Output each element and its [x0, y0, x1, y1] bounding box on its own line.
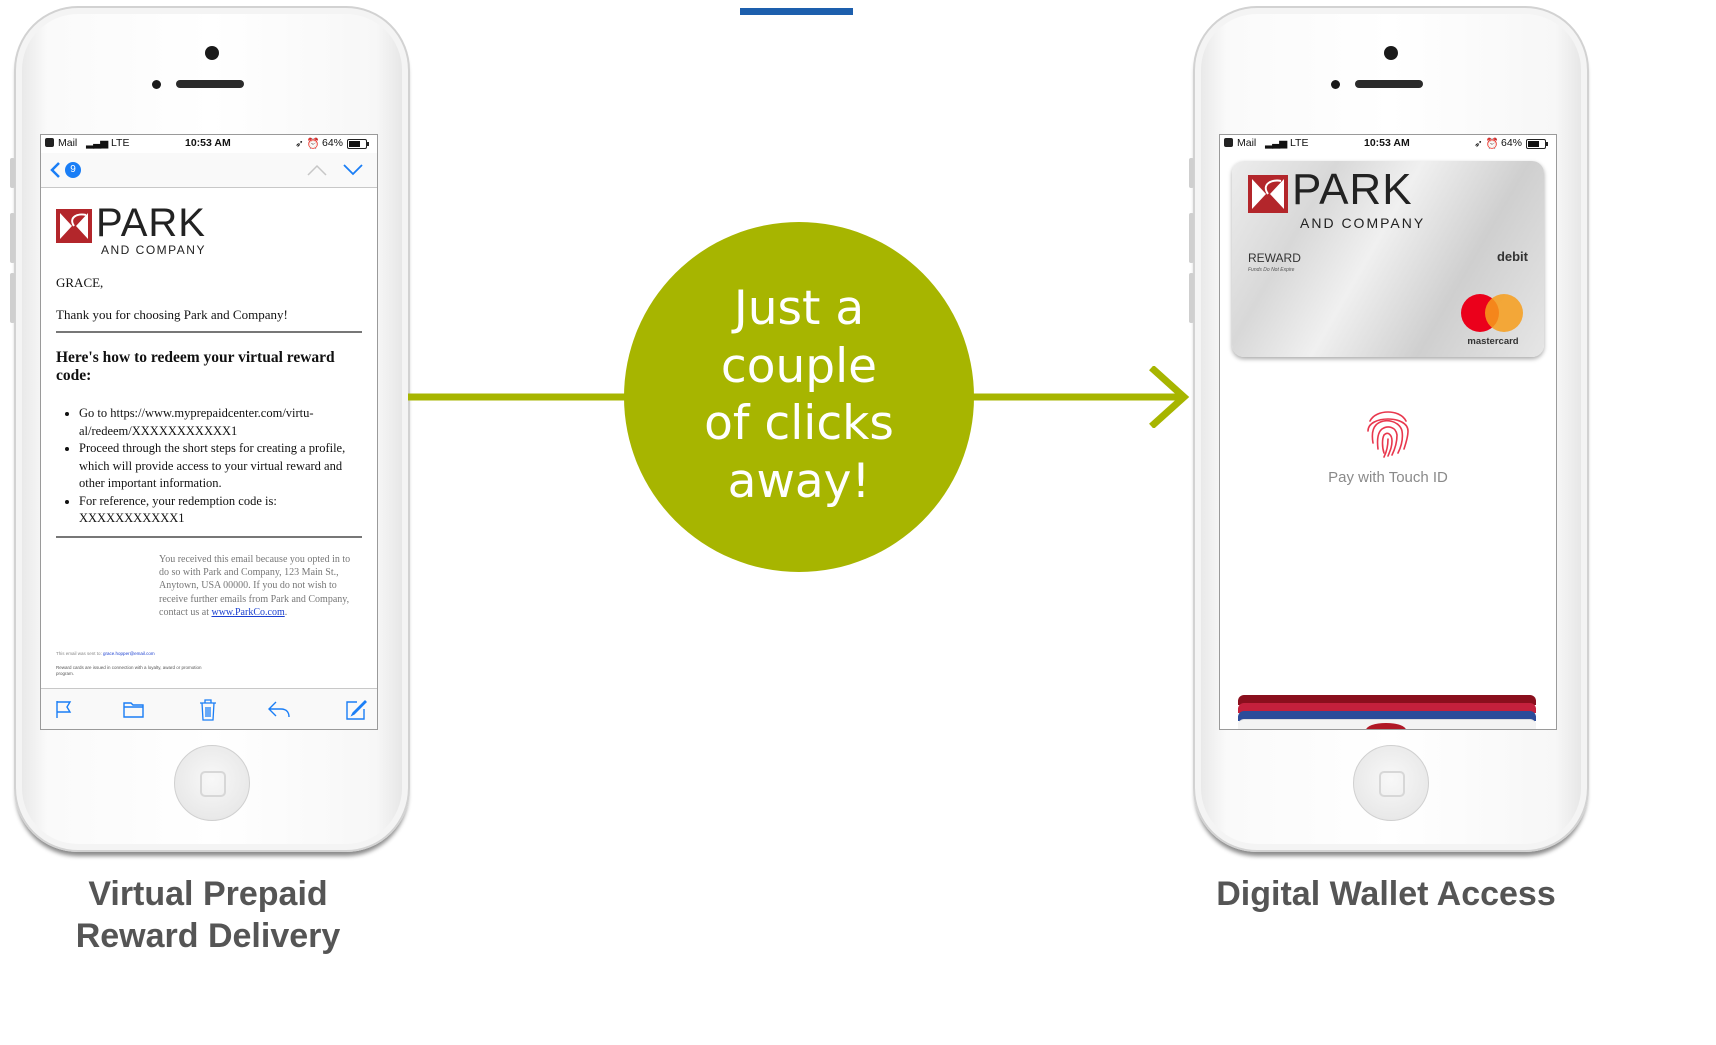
status-bar: Mail ▂▃▅ LTE 10:53 AM ➶ ⏰ 64%	[41, 135, 377, 151]
down-chevron-icon[interactable]	[343, 163, 363, 177]
status-app: Mail	[1237, 137, 1257, 149]
email-toolbar	[41, 688, 377, 729]
park-leaf-logo-icon	[56, 209, 92, 243]
card-logo-name: PARK	[1292, 165, 1413, 214]
callout-line: couple	[720, 338, 878, 394]
compose-icon[interactable]	[345, 699, 367, 721]
divider	[56, 331, 362, 333]
status-battery: 64%	[1501, 137, 1523, 149]
right-caption: Digital Wallet Access	[1216, 875, 1556, 913]
front-camera	[205, 46, 219, 60]
callout-line: away!	[727, 453, 871, 509]
top-accent-bar	[740, 8, 853, 15]
email-phone: Mail ▂▃▅ LTE 10:53 AM ➶ ⏰ 64% 9 PARK AND…	[10, 6, 410, 852]
card-type: debit	[1496, 249, 1528, 264]
step-item: Go to https://www.myprepaidcenter.com/vi…	[79, 405, 351, 440]
sensor-dot	[152, 80, 161, 89]
sent-to-email[interactable]: grace.hopper@email.com	[103, 651, 155, 656]
left-caption-line2: Reward Delivery	[75, 917, 341, 955]
status-app: Mail	[58, 137, 78, 149]
flag-icon[interactable]	[55, 699, 73, 719]
reply-icon[interactable]	[267, 699, 291, 719]
status-network: LTE	[111, 137, 130, 149]
unread-badge: 9	[65, 162, 81, 178]
step-item: Proceed through the short steps for crea…	[79, 440, 351, 493]
back-to-app-icon	[45, 138, 54, 147]
sensor-dot	[1331, 80, 1340, 89]
front-camera	[1384, 46, 1398, 60]
left-caption-line1: Virtual Prepaid	[88, 875, 328, 913]
pay-touch-id-prompt: Pay with Touch ID	[1328, 469, 1448, 486]
email-logo-name: PARK	[96, 201, 206, 245]
footer-end: .	[284, 606, 288, 618]
left-caption: Virtual Prepaid Reward Delivery	[36, 873, 380, 957]
earpiece-speaker	[176, 80, 244, 88]
signal-icon: ▂▃▅	[86, 137, 108, 149]
disclaimer: Reward cards are issued in connection wi…	[56, 665, 202, 676]
divider	[56, 536, 362, 538]
battery-icon	[1526, 139, 1548, 149]
center-callout-circle: Just a couple of clicks away!	[624, 222, 974, 572]
back-chevron-icon[interactable]	[49, 161, 61, 179]
card-label: REWARD	[1248, 251, 1301, 265]
signal-icon: ▂▃▅	[1265, 137, 1287, 149]
redeem-steps: Go to https://www.myprepaidcenter.com/vi…	[41, 405, 351, 528]
folder-icon[interactable]	[123, 699, 145, 719]
mastercard-logo-right	[1485, 294, 1523, 332]
email-screen: Mail ▂▃▅ LTE 10:53 AM ➶ ⏰ 64% 9 PARK AND…	[40, 134, 378, 730]
email-heading: Here's how to redeem your virtual reward…	[56, 349, 335, 384]
callout-line: Just a	[733, 281, 865, 336]
park-leaf-logo-icon	[1248, 175, 1288, 213]
wallet-screen: Mail ▂▃▅ LTE 10:53 AM ➶ ⏰ 64% PARK AND C…	[1219, 134, 1557, 730]
email-logo-sub: AND COMPANY	[101, 243, 206, 257]
email-logo: PARK AND COMPANY	[56, 201, 216, 261]
wallet-phone: Mail ▂▃▅ LTE 10:53 AM ➶ ⏰ 64% PARK AND C…	[1189, 6, 1589, 852]
trash-icon[interactable]	[199, 699, 217, 721]
fingerprint-icon[interactable]	[1360, 403, 1416, 459]
email-nav-bar: 9	[41, 153, 377, 188]
home-button[interactable]	[1353, 745, 1429, 821]
card-logo-sub: AND COMPANY	[1300, 215, 1426, 231]
status-bar: Mail ▂▃▅ LTE 10:53 AM ➶ ⏰ 64%	[1220, 135, 1556, 151]
back-to-app-icon	[1224, 138, 1233, 147]
center-callout-text: Just a couple of clicks away!	[624, 280, 974, 510]
location-alarm-icons: ➶ ⏰	[1474, 138, 1499, 150]
card-network: mastercard	[1467, 336, 1519, 347]
email-greeting: GRACE,	[56, 275, 104, 290]
email-footer: You received this email because you opte…	[159, 553, 359, 619]
earpiece-speaker	[1355, 80, 1423, 88]
step-item: For reference, your redemption code is: …	[79, 493, 351, 528]
footer-link[interactable]: www.ParkCo.com	[211, 607, 284, 618]
battery-icon	[347, 139, 369, 149]
up-chevron-icon[interactable]	[307, 163, 327, 177]
status-time: 10:53 AM	[1364, 137, 1410, 149]
wallet-card-stack[interactable]	[1238, 695, 1538, 729]
email-thanks: Thank you for choosing Park and Company!	[56, 307, 288, 322]
status-time: 10:53 AM	[185, 137, 231, 149]
status-network: LTE	[1290, 137, 1309, 149]
callout-line: of clicks	[704, 396, 894, 451]
sent-to-label: This email was sent to:	[56, 651, 102, 656]
reward-debit-card[interactable]: PARK AND COMPANY REWARD Funds Do Not Exp…	[1232, 161, 1544, 357]
status-battery: 64%	[322, 137, 344, 149]
card-sublabel: Funds Do Not Expire	[1248, 267, 1295, 273]
sent-to-line: This email was sent to: grace.hopper@ema…	[56, 651, 155, 656]
location-alarm-icons: ➶ ⏰	[295, 138, 320, 150]
home-button[interactable]	[174, 745, 250, 821]
